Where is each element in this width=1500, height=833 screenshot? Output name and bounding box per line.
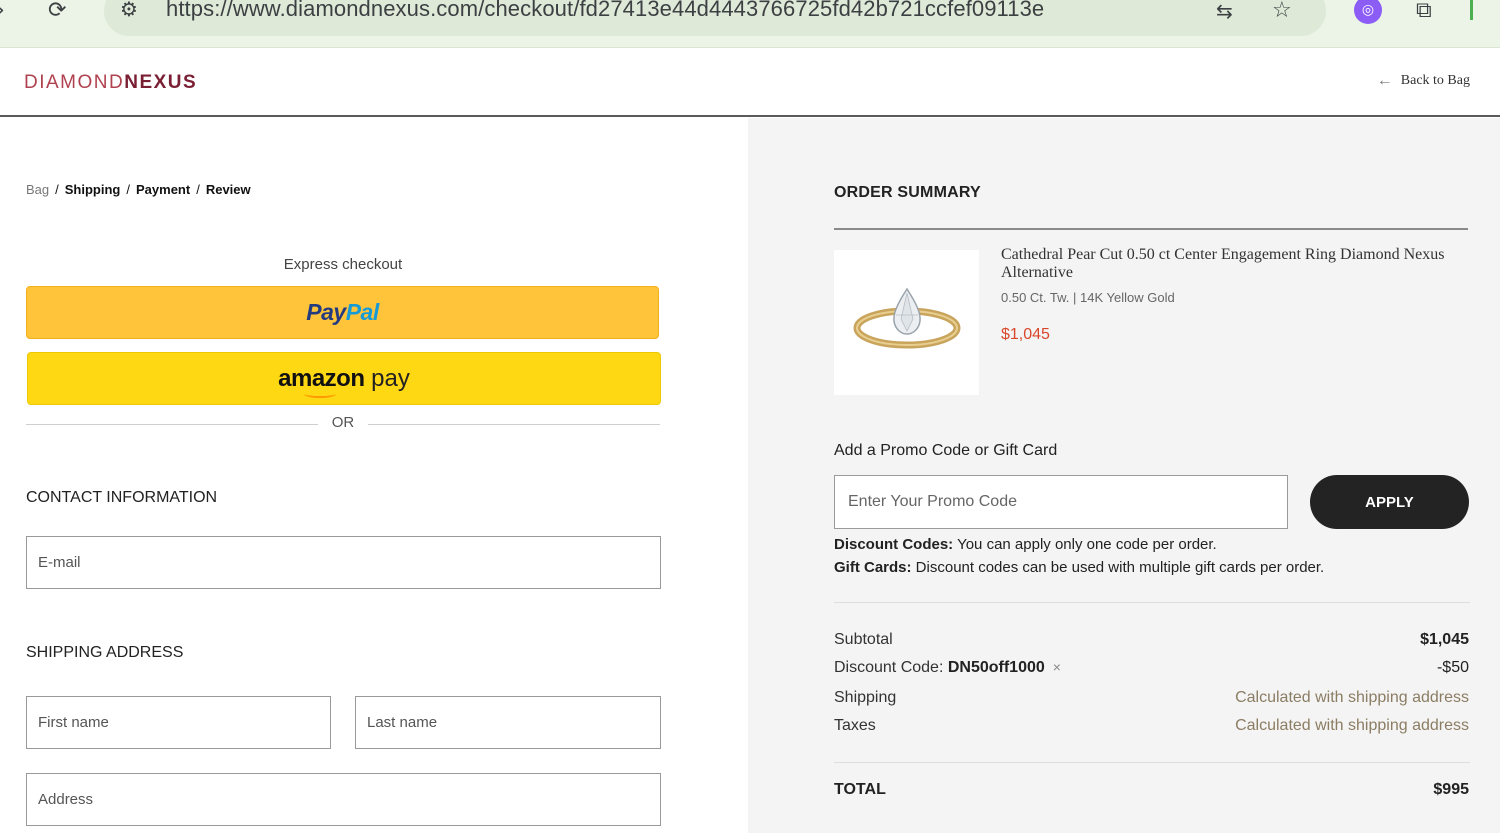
breadcrumb: Bag / Shipping / Payment / Review [26, 182, 251, 197]
express-checkout-label: Express checkout [283, 256, 403, 273]
gift-cards-note-label: Gift Cards: [834, 559, 912, 576]
subtotal-label: Subtotal [834, 631, 893, 648]
discount-codes-note-text: You can apply only one code per order. [953, 536, 1217, 553]
site-settings-icon[interactable]: ⚙ [120, 0, 138, 20]
amazon-pay-logo: amazon pay [278, 364, 410, 398]
breadcrumb-review[interactable]: Review [206, 182, 251, 197]
discount-line: Discount Code: DN50off1000 × [834, 659, 1061, 677]
paypal-logo-pal: Pal [345, 299, 380, 325]
logo-text-diamond: DIAMOND [24, 72, 125, 93]
discount-codes-note: Discount Codes: You can apply only one c… [834, 536, 1217, 553]
summary-divider [834, 602, 1470, 603]
discount-code: DN50off1000 [947, 659, 1045, 676]
bookmark-star-icon[interactable]: ☆ [1272, 0, 1292, 22]
order-summary-heading: ORDER SUMMARY [834, 184, 981, 201]
email-field[interactable] [26, 536, 661, 589]
amazon-pay-button[interactable]: amazon pay [27, 352, 661, 405]
product-image [834, 250, 979, 395]
breadcrumb-payment[interactable]: Payment [136, 182, 190, 197]
taxes-value: Calculated with shipping address [1235, 717, 1469, 734]
discount-label: Discount Code: [834, 659, 948, 676]
contact-information-heading: CONTACT INFORMATION [26, 489, 218, 506]
order-summary-panel: ORDER SUMMARY Cathedral Pear Cut 0.50 ct… [748, 118, 1500, 833]
promo-code-label: Add a Promo Code or Gift Card [834, 442, 1058, 459]
ring-icon [853, 287, 960, 348]
breadcrumb-bag[interactable]: Bag [26, 182, 49, 197]
or-divider: OR [26, 414, 660, 434]
paypal-button[interactable]: PayPal [26, 286, 659, 339]
amazon-smile-icon [304, 390, 337, 398]
shipping-label: Shipping [834, 689, 897, 706]
promo-code-input[interactable] [834, 475, 1288, 529]
summary-divider [834, 228, 1468, 230]
breadcrumb-separator: / [55, 182, 59, 197]
summary-divider [834, 762, 1470, 763]
product-price: $1,045 [1001, 326, 1050, 343]
breadcrumb-separator: / [126, 182, 130, 197]
arrow-left-icon: ← [1376, 72, 1393, 89]
translate-icon[interactable]: ⇆ [1216, 0, 1233, 22]
total-label: TOTAL [834, 781, 886, 798]
taxes-label: Taxes [834, 717, 876, 734]
logo-text-nexus: NEXUS [124, 72, 198, 93]
forward-icon[interactable]: › [0, 0, 5, 22]
address-field[interactable] [26, 773, 661, 826]
apply-button[interactable]: APPLY [1310, 475, 1469, 529]
or-label: OR [331, 414, 355, 431]
discount-value: -$50 [1436, 659, 1469, 676]
browser-toolbar: › ⟳ ⚙ https://www.diamondnexus.com/check… [0, 0, 1500, 48]
profile-indicator [1470, 0, 1473, 20]
diamond-nexus-logo[interactable]: DIAMONDNEXUS [24, 72, 197, 94]
total-value: $995 [1433, 781, 1469, 798]
extensions-puzzle-icon[interactable]: ⧉ [1416, 0, 1432, 22]
paypal-logo: PayPal [306, 299, 380, 326]
last-name-field[interactable] [355, 696, 661, 749]
product-specs: 0.50 Ct. Tw. | 14K Yellow Gold [1001, 290, 1175, 305]
back-to-bag-link[interactable]: ← Back to Bag [1377, 72, 1470, 90]
reload-icon[interactable]: ⟳ [48, 0, 66, 22]
checkout-form-panel: Bag / Shipping / Payment / Review Expres… [0, 118, 748, 833]
breadcrumb-separator: / [196, 182, 200, 197]
subtotal-value: $1,045 [1420, 631, 1469, 648]
site-header: DIAMONDNEXUS ← Back to Bag [0, 48, 1500, 117]
amazon-pay-text: pay [371, 364, 410, 392]
discount-codes-note-label: Discount Codes: [834, 536, 954, 553]
gift-cards-note-text: Discount codes can be used with multiple… [911, 559, 1325, 576]
first-name-field[interactable] [26, 696, 331, 749]
breadcrumb-shipping[interactable]: Shipping [65, 182, 121, 197]
remove-discount-icon[interactable]: × [1053, 659, 1061, 675]
shipping-address-heading: SHIPPING ADDRESS [26, 644, 184, 661]
extension-icon[interactable]: ◎ [1354, 0, 1382, 24]
url-text[interactable]: https://www.diamondnexus.com/checkout/fd… [166, 0, 1044, 22]
back-to-bag-label: Back to Bag [1400, 73, 1470, 88]
shipping-value: Calculated with shipping address [1235, 689, 1469, 706]
paypal-logo-pay: Pay [306, 299, 346, 325]
product-name[interactable]: Cathedral Pear Cut 0.50 ct Center Engage… [1001, 246, 1471, 282]
gift-cards-note: Gift Cards: Discount codes can be used w… [834, 559, 1324, 576]
amazon-logo-text: amazon [278, 364, 365, 392]
